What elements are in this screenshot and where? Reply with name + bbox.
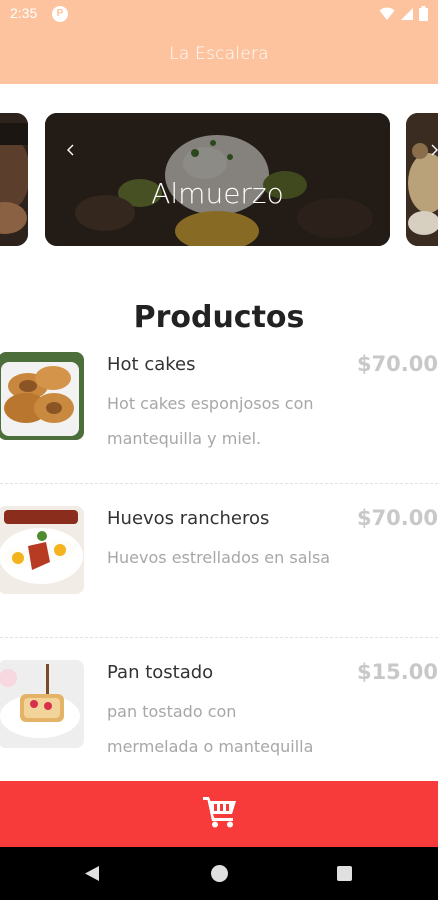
carousel-card-next[interactable] [406, 113, 438, 246]
battery-icon [419, 6, 428, 21]
product-image [0, 352, 84, 440]
product-description: pan tostado con mermelada o mantequilla [107, 702, 314, 756]
app-title: La Escalera [169, 44, 269, 64]
product-name: Huevos rancheros [107, 508, 270, 529]
divider [0, 637, 438, 638]
carousel-card-almuerzo[interactable]: Almuerzo [45, 113, 390, 246]
chevron-right-icon[interactable] [430, 141, 438, 160]
cart-button[interactable] [0, 781, 438, 847]
status-time: 2:35 [10, 5, 38, 21]
recent-apps-icon[interactable] [337, 866, 352, 881]
chevron-left-icon[interactable] [67, 141, 75, 160]
product-price: $70.00 [356, 352, 438, 376]
product-name: Hot cakes [107, 354, 196, 375]
carousel-card-previous[interactable] [0, 113, 28, 246]
product-item-pan-tostado[interactable]: Pan tostado $15.00 pan tostado con merme… [0, 656, 438, 781]
status-icons [379, 6, 428, 21]
cart-icon [203, 797, 236, 828]
status-bar: 2:35 P [0, 0, 438, 28]
product-name: Pan tostado [107, 662, 214, 683]
product-description: Hot cakes esponjosos con mantequilla y m… [107, 394, 314, 448]
section-title: Productos [133, 300, 305, 335]
carousel-card-title: Almuerzo [151, 177, 284, 210]
product-image [0, 506, 84, 594]
product-item-hot-cakes[interactable]: Hot cakes $70.00 Hot cakes esponjosos co… [0, 348, 438, 502]
app-notification-icon: P [52, 6, 68, 22]
product-description: Huevos estrellados en salsa [107, 548, 331, 567]
product-image [0, 660, 84, 748]
divider [0, 483, 438, 484]
system-nav-bar [0, 847, 438, 900]
home-icon[interactable] [211, 865, 228, 882]
product-item-huevos-rancheros[interactable]: Huevos rancheros $70.00 Huevos estrellad… [0, 502, 438, 656]
app-bar: La Escalera [0, 28, 438, 84]
product-price: $70.00 [356, 506, 438, 530]
signal-icon [401, 7, 413, 20]
category-carousel[interactable]: Almuerzo [0, 84, 438, 274]
back-icon[interactable] [84, 865, 100, 882]
product-price: $15.00 [356, 660, 438, 684]
wifi-icon [379, 7, 395, 20]
carousel-card-previous-image [0, 113, 28, 246]
carousel-card-next-image [406, 113, 438, 246]
product-list[interactable]: Hot cakes $70.00 Hot cakes esponjosos co… [0, 348, 438, 781]
